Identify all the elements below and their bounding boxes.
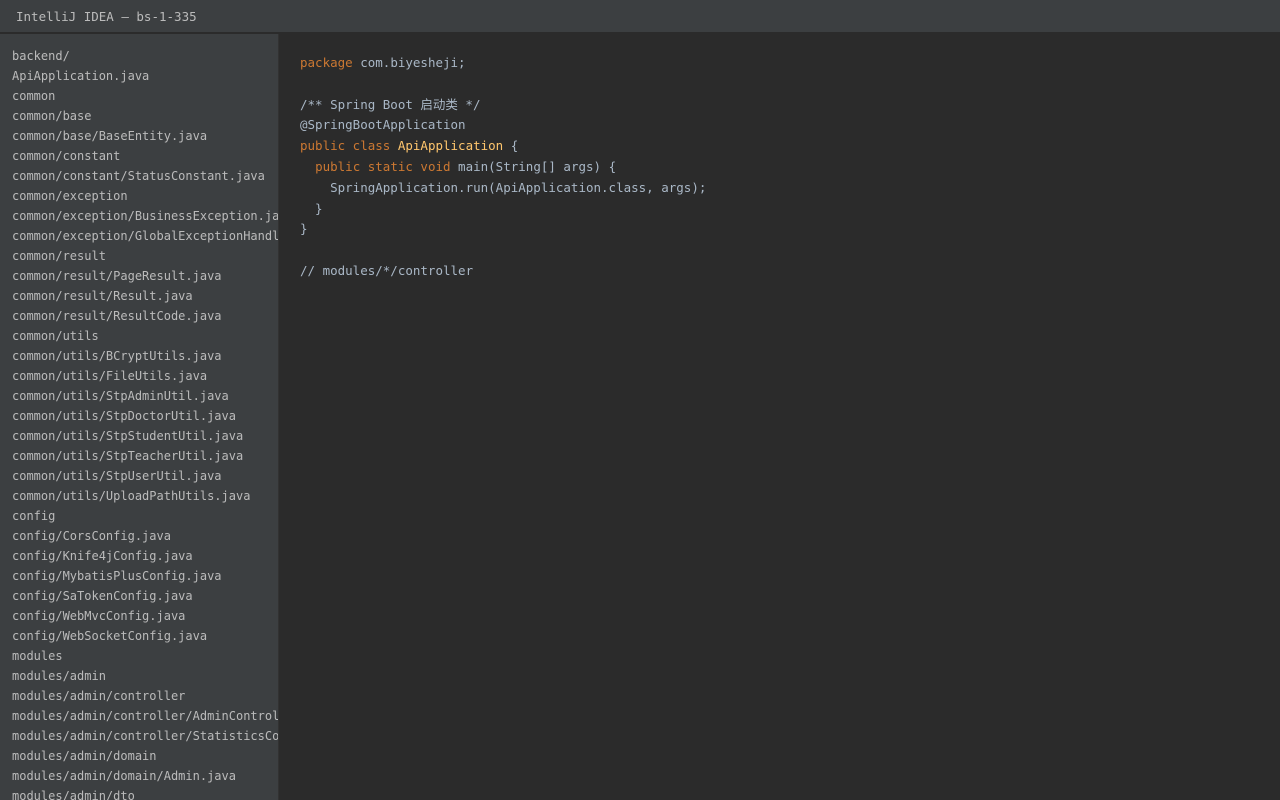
tree-item[interactable]: common/utils [12, 326, 278, 346]
tree-item[interactable]: common/result [12, 246, 278, 266]
title-bar: IntelliJ IDEA — bs-1-335 [0, 0, 1280, 33]
tree-item[interactable]: common/base/BaseEntity.java [12, 126, 278, 146]
tree-item[interactable]: config/WebSocketConfig.java [12, 626, 278, 646]
tree-item[interactable]: common/utils/FileUtils.java [12, 366, 278, 386]
tree-item[interactable]: modules/admin/domain/Admin.java [12, 766, 278, 786]
tree-item[interactable]: backend/ [12, 46, 278, 66]
tree-item[interactable]: config [12, 506, 278, 526]
code-line-6[interactable]: public static void main(String[] args) { [300, 157, 706, 178]
class-brace: { [503, 138, 519, 154]
tree-item[interactable]: common [12, 86, 278, 106]
tree-item[interactable]: config/WebMvcConfig.java [12, 606, 278, 626]
code-line-3-comment[interactable]: /** Spring Boot 启动类 */ [300, 95, 706, 116]
project-tree-panel[interactable]: backend/ApiApplication.java common common/… [0, 34, 279, 800]
tree-item[interactable]: common/constant/StatusConstant.java [12, 166, 278, 186]
code-line-11-comment[interactable]: // modules/*/controller [300, 261, 706, 282]
tree-item[interactable]: common/base [12, 106, 278, 126]
code-line-1[interactable]: package com.biyesheji; [300, 53, 706, 74]
window-title: IntelliJ IDEA — bs-1-335 [16, 9, 197, 24]
tree-item[interactable]: ApiApplication.java [12, 66, 278, 86]
project-tree[interactable]: backend/ApiApplication.java common common/… [12, 46, 278, 800]
code-line-9[interactable]: } [300, 219, 706, 240]
tree-item[interactable]: common/result/Result.java [12, 286, 278, 306]
keyword-package: package [300, 55, 353, 70]
main-signature: main(String[] args) { [450, 158, 617, 174]
code-line-4-annotation[interactable]: @SpringBootApplication [300, 115, 706, 136]
tree-item[interactable]: config/Knife4jConfig.java [12, 546, 278, 566]
tree-item[interactable]: modules/admin/controller/AdminController… [12, 706, 278, 726]
code-line-10[interactable] [300, 240, 706, 261]
tree-item[interactable]: common/utils/StpStudentUtil.java [12, 426, 278, 446]
tree-item[interactable]: common/exception/GlobalExceptionHandler.… [12, 226, 278, 246]
code-lines[interactable]: package com.biyesheji; /** Spring Boot 启… [300, 53, 706, 282]
tree-item[interactable]: config/MybatisPlusConfig.java [12, 566, 278, 586]
code-line-7[interactable]: SpringApplication.run(ApiApplication.cla… [300, 178, 706, 199]
tree-item[interactable]: config/CorsConfig.java [12, 526, 278, 546]
tree-item[interactable]: common/result/ResultCode.java [12, 306, 278, 326]
keyword-public-static-void: public static void [315, 158, 451, 174]
tree-item[interactable]: modules/admin/dto [12, 786, 278, 800]
keyword-public-class: public class [300, 138, 391, 154]
tree-item[interactable]: common/constant [12, 146, 278, 166]
tree-item[interactable]: common/utils/StpAdminUtil.java [12, 386, 278, 406]
tree-item[interactable]: modules/admin [12, 666, 278, 686]
tree-item[interactable]: common/utils/UploadPathUtils.java [12, 486, 278, 506]
tree-item[interactable]: common/exception [12, 186, 278, 206]
tree-item[interactable]: common/utils/StpDoctorUtil.java [12, 406, 278, 426]
code-line-5[interactable]: public class ApiApplication { [300, 136, 706, 157]
tree-item[interactable]: config/SaTokenConfig.java [12, 586, 278, 606]
tree-item[interactable]: modules [12, 646, 278, 666]
tree-item[interactable]: modules/admin/controller/StatisticsContr… [12, 726, 278, 746]
tree-item[interactable]: common/utils/StpTeacherUtil.java [12, 446, 278, 466]
code-line-8[interactable]: } [300, 199, 706, 220]
code-editor[interactable]: package com.biyesheji; /** Spring Boot 启… [280, 34, 1280, 800]
tree-item[interactable]: modules/admin/domain [12, 746, 278, 766]
tree-item[interactable]: common/utils/StpUserUtil.java [12, 466, 278, 486]
tree-item[interactable]: modules/admin/controller [12, 686, 278, 706]
class-name: ApiApplication [397, 138, 504, 154]
tree-item[interactable]: common/exception/BusinessException.java [12, 206, 278, 226]
package-name: com.biyesheji; [352, 55, 466, 70]
code-line-2[interactable] [300, 74, 706, 95]
tree-item[interactable]: common/utils/BCryptUtils.java [12, 346, 278, 366]
tree-item[interactable]: common/result/PageResult.java [12, 266, 278, 286]
